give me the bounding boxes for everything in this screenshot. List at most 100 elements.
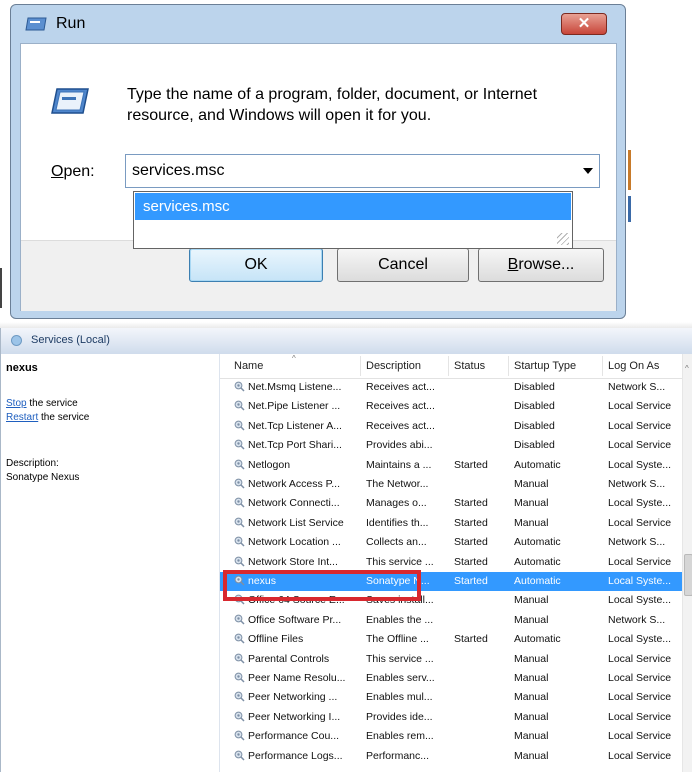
cell-startup-type: Manual (514, 711, 549, 723)
cell-name: Net.Pipe Listener ... (248, 400, 341, 412)
table-row[interactable]: Peer Name Resolu... Enables serv... Manual… (220, 669, 682, 688)
cell-status: Started (454, 459, 488, 471)
column-divider[interactable] (360, 356, 361, 376)
column-divider[interactable] (448, 356, 449, 376)
table-row[interactable]: Network Location ... Collects an... Starte… (220, 533, 682, 552)
table-row[interactable]: Net.Msmq Listene... Receives act... Disabl… (220, 378, 682, 397)
cell-name: Peer Name Resolu... (248, 672, 346, 684)
cell-log-on-as: Local Syste... (608, 594, 672, 606)
cell-description: Enables rem... (366, 730, 434, 742)
scroll-up-icon[interactable]: ^ (685, 364, 689, 373)
cell-name: Net.Msmq Listene... (248, 381, 342, 393)
scroll-thumb[interactable] (684, 554, 692, 596)
cell-status: Started (454, 575, 488, 587)
cell-log-on-as: Local Syste... (608, 575, 672, 587)
cell-startup-type: Manual (514, 653, 549, 665)
table-row[interactable]: Peer Networking I... Provides ide... Manua… (220, 708, 682, 727)
stop-link[interactable]: Stop (6, 398, 27, 409)
vertical-scrollbar[interactable]: ^ (682, 354, 692, 772)
run-dialog: Run ✕ Type the name of a program, folder… (10, 4, 626, 319)
table-row[interactable]: Performance Cou... Enables rem... Manual Lo… (220, 727, 682, 746)
cell-startup-type: Disabled (514, 439, 555, 451)
annotation-highlight-box (223, 570, 421, 601)
open-input[interactable] (132, 160, 552, 182)
cancel-button[interactable]: Cancel (337, 248, 469, 282)
cell-description: The Offline ... (366, 633, 429, 645)
cell-status: Started (454, 497, 488, 509)
table-row[interactable]: Performance Logs... Performanc... Manual Lo… (220, 747, 682, 766)
column-header-log-on-as[interactable]: Log On As (608, 360, 659, 372)
service-gear-icon (234, 633, 245, 644)
details-pane: nexus Stop the service Restart the servi… (1, 354, 219, 772)
column-header-status[interactable]: Status (454, 360, 485, 372)
column-header-startup-type[interactable]: Startup Type (514, 360, 576, 372)
cell-description: Enables the ... (366, 614, 434, 626)
cell-status: Started (454, 517, 488, 529)
open-label-accel: O (51, 163, 64, 180)
autocomplete-list: services.msc (133, 191, 573, 249)
service-gear-icon (234, 400, 245, 411)
service-gear-icon (234, 478, 245, 489)
table-row[interactable]: Net.Tcp Listener A... Receives act... Disa… (220, 417, 682, 436)
table-row[interactable]: Peer Networking ... Enables mul... Manual L… (220, 688, 682, 707)
column-header-description[interactable]: Description (366, 360, 421, 372)
cell-log-on-as: Local Service (608, 711, 672, 723)
cell-description: Receives act... (366, 400, 435, 412)
table-row[interactable]: Net.Pipe Listener ... Receives act... Disa… (220, 397, 682, 416)
open-combobox[interactable] (125, 154, 600, 188)
close-button[interactable]: ✕ (561, 13, 607, 35)
cell-name: Performance Logs... (248, 750, 343, 762)
table-row[interactable]: Network Connecti... Manages o... Started Ma… (220, 494, 682, 513)
table-row[interactable]: Parental Controls This service ... Manual L… (220, 650, 682, 669)
cell-startup-type: Automatic (514, 575, 561, 587)
column-divider[interactable] (602, 356, 603, 376)
resize-grip-icon[interactable] (557, 233, 569, 245)
cell-startup-type: Manual (514, 691, 549, 703)
services-window: Services (Local) nexus Stop the service … (0, 328, 692, 772)
restart-link[interactable]: Restart (6, 412, 38, 423)
cell-startup-type: Manual (514, 478, 549, 490)
column-divider[interactable] (508, 356, 509, 376)
cell-startup-type: Disabled (514, 400, 555, 412)
cell-description: Identifies th... (366, 517, 429, 529)
service-gear-icon (234, 614, 245, 625)
cell-log-on-as: Network S... (608, 614, 666, 626)
cell-log-on-as: Local Service (608, 653, 672, 665)
table-row[interactable]: Net.Tcp Port Shari... Provides abi... Disa… (220, 436, 682, 455)
cell-startup-type: Manual (514, 750, 549, 762)
table-row[interactable]: Office Software Pr... Enables the ... Manu… (220, 611, 682, 630)
service-gear-icon (234, 711, 245, 722)
chevron-down-icon[interactable] (583, 168, 593, 174)
ok-button[interactable]: OK (189, 248, 323, 282)
browse-button[interactable]: Browse... (478, 248, 604, 282)
table-row[interactable]: Offline Files The Offline ... Started Autom… (220, 630, 682, 649)
service-gear-icon (234, 536, 245, 547)
table-row[interactable]: Network Access P... The Networ... Manual Ne… (220, 475, 682, 494)
sort-up-icon: ^ (292, 354, 296, 363)
cell-description: The Networ... (366, 478, 429, 490)
autocomplete-item[interactable]: services.msc (135, 193, 571, 220)
cell-startup-type: Manual (514, 594, 549, 606)
cell-startup-type: Manual (514, 614, 549, 626)
run-title: Run (56, 15, 86, 32)
cell-startup-type: Disabled (514, 420, 555, 432)
cell-startup-type: Disabled (514, 381, 555, 393)
cell-startup-type: Manual (514, 672, 549, 684)
cell-description: This service ... (366, 653, 434, 665)
table-row[interactable]: Network List Service Identifies th... Star… (220, 514, 682, 533)
table-row[interactable]: Netlogon Maintains a ... Started Automatic L… (220, 456, 682, 475)
cell-name: Netlogon (248, 459, 291, 471)
cell-name: Office Software Pr... (248, 614, 342, 626)
cell-description: Enables serv... (366, 672, 435, 684)
cell-name: Network Connecti... (248, 497, 340, 509)
cell-log-on-as: Local Service (608, 556, 672, 568)
run-titlebar[interactable]: Run ✕ (11, 5, 625, 43)
cell-name: Net.Tcp Port Shari... (248, 439, 342, 451)
cell-log-on-as: Network S... (608, 381, 666, 393)
services-list: ^ Name Description Status Startup Type L… (219, 354, 692, 772)
open-label: Open: (51, 163, 95, 181)
cell-log-on-as: Local Service (608, 750, 672, 762)
column-header-name[interactable]: Name (234, 360, 263, 372)
background-fragment (628, 196, 631, 222)
cell-name: Network Access P... (248, 478, 341, 490)
